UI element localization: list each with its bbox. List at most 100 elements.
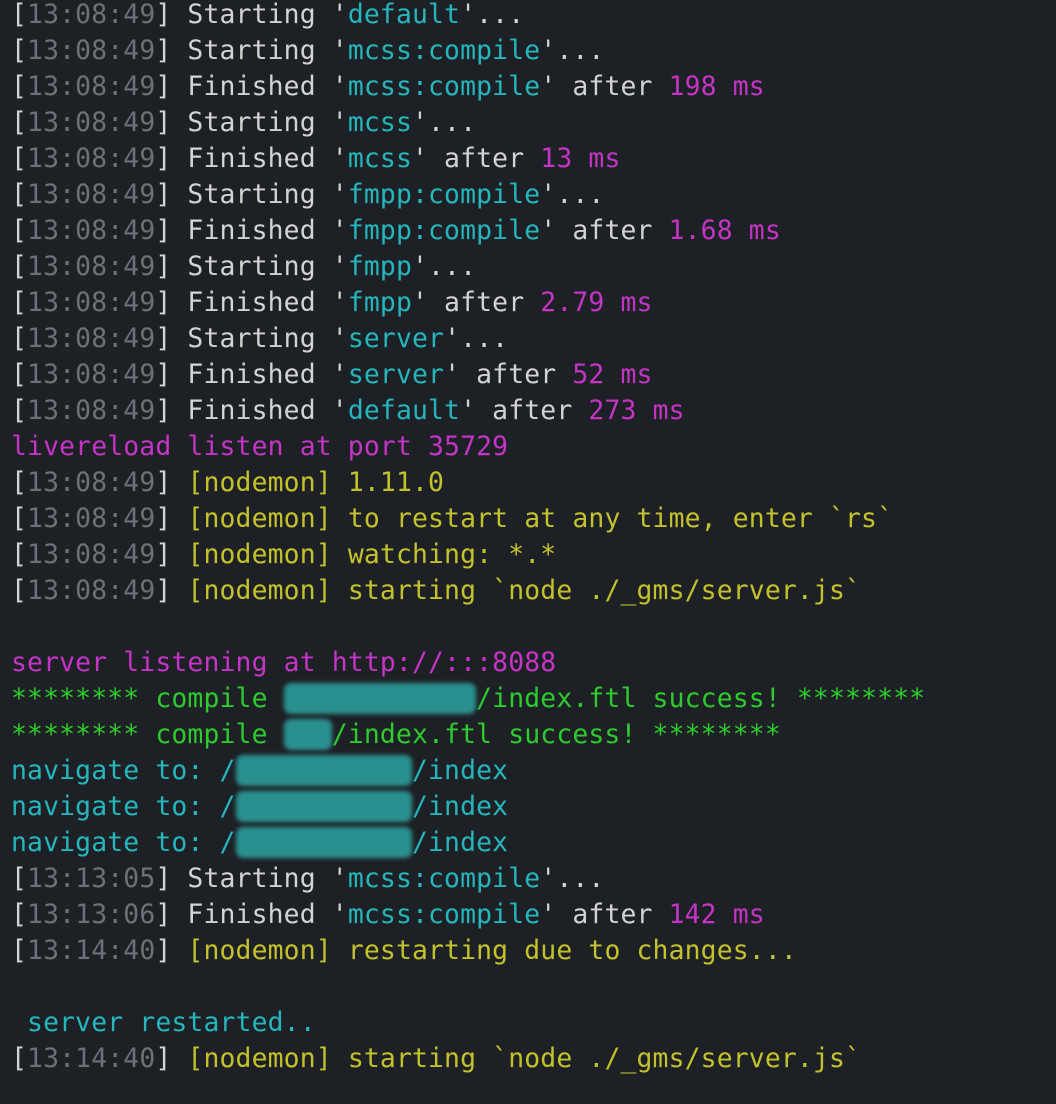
timestamp: 13:14:40	[27, 1043, 156, 1074]
log-text: '...	[540, 35, 605, 66]
nodemon-message: [nodemon] restarting due to changes...	[187, 935, 797, 966]
task-name: navigate to: /	[11, 791, 236, 822]
timestamp: 13:08:49	[27, 467, 156, 498]
blank-line	[11, 609, 925, 645]
terminal-line: navigate to: /sharer/fans/index	[11, 753, 925, 789]
timestamp: 13:08:49	[27, 0, 156, 30]
highlight-text: 142 ms	[668, 899, 765, 930]
terminal-line: server restarted..	[11, 1005, 925, 1041]
log-text: [	[11, 539, 28, 570]
log-text: [	[11, 503, 28, 534]
terminal-line: [13:08:49] [nodemon] watching: *.*	[11, 537, 925, 573]
timestamp: 13:13:06	[27, 899, 156, 930]
task-name: server	[347, 359, 445, 390]
log-text: ' after	[460, 395, 589, 426]
terminal-line: [13:08:49] Starting 'server'...	[11, 321, 925, 357]
task-name: mcss	[347, 107, 412, 138]
log-text: [	[11, 575, 28, 606]
task-name: default	[347, 395, 461, 426]
timestamp: 13:14:40	[27, 935, 156, 966]
terminal-line: [13:14:40] [nodemon] starting `node ./_g…	[11, 1041, 925, 1077]
highlight-text: 52 ms	[572, 359, 653, 390]
timestamp: 13:08:49	[27, 503, 156, 534]
log-text: ] Starting '	[155, 863, 348, 894]
terminal-line: navigate to: /sharer/fans/index	[11, 789, 925, 825]
nodemon-message: [nodemon] starting `node ./_gms/server.j…	[187, 575, 862, 606]
terminal-line: [13:08:49] Starting 'default'...	[11, 0, 925, 33]
redacted-path: /my	[283, 719, 332, 750]
terminal-line: livereload listen at port 35729	[11, 429, 925, 465]
task-name: server restarted..	[11, 1007, 316, 1038]
terminal-window[interactable]: [13:08:49] Starting 'default'... [13:08:4…	[0, 0, 1056, 1104]
compile-message: ******** compile	[11, 683, 284, 714]
task-name: mcss:compile	[347, 863, 541, 894]
log-text: '...	[540, 863, 605, 894]
terminal-line: [13:08:49] [nodemon] 1.11.0	[11, 465, 925, 501]
task-name: mcss:compile	[347, 899, 541, 930]
task-name: fmpp	[347, 251, 412, 282]
log-text: '...	[411, 107, 477, 138]
timestamp: 13:08:49	[27, 359, 156, 390]
log-text: ' after	[540, 71, 669, 102]
log-text: ' after	[540, 215, 669, 246]
highlight-text: 2.79 ms	[540, 287, 653, 318]
log-text: '...	[444, 323, 509, 354]
terminal-line: server listening at http://:::8088	[11, 645, 925, 681]
task-name: navigate to: /	[11, 755, 236, 786]
log-text: [	[11, 395, 28, 426]
compile-message: /index.ftl success! ********	[331, 719, 781, 750]
log-text: [	[11, 1043, 28, 1074]
log-text: [	[11, 107, 28, 138]
compile-message: /index.ftl success! ********	[476, 683, 926, 714]
log-text: ] Finished '	[155, 899, 348, 930]
timestamp: 13:08:49	[27, 179, 156, 210]
terminal-line: [13:08:49] Finished 'mcss:compile' after…	[11, 69, 925, 105]
log-text: ] Finished '	[155, 71, 348, 102]
log-text: ] Finished '	[155, 395, 348, 426]
blank-line	[11, 969, 925, 1005]
log-text: ' after	[411, 143, 541, 174]
log-text: ]	[155, 467, 188, 498]
log-text: [	[11, 899, 28, 930]
redacted-path: sharer/fans	[235, 791, 412, 822]
highlight-text: 198 ms	[668, 71, 765, 102]
terminal-line: [13:08:49] Finished 'fmpp:compile' after…	[11, 213, 925, 249]
task-name: fmpp:compile	[347, 215, 541, 246]
log-text: ' after	[411, 287, 541, 318]
log-text: [	[11, 863, 28, 894]
log-text: [	[11, 179, 28, 210]
log-text: ] Starting '	[155, 179, 348, 210]
nodemon-message: [nodemon] watching: *.*	[187, 539, 557, 570]
task-name: default	[347, 0, 461, 30]
timestamp: 13:08:49	[27, 395, 156, 426]
compile-message: ******** compile	[11, 719, 284, 750]
log-text: ]	[155, 539, 188, 570]
task-name: navigate to: /	[11, 827, 236, 858]
task-name: mcss:compile	[347, 71, 541, 102]
timestamp: 13:08:49	[27, 539, 156, 570]
log-text: [	[11, 287, 28, 318]
log-text: '...	[411, 251, 477, 282]
log-text: ]	[155, 1043, 188, 1074]
terminal-line: [13:14:40] [nodemon] restarting due to c…	[11, 933, 925, 969]
log-text: ] Starting '	[155, 107, 348, 138]
log-text: [	[11, 359, 28, 390]
task-name: fmpp	[347, 287, 412, 318]
terminal-line: ******** compile /sharer/fans/index.ftl …	[11, 681, 925, 717]
task-name: fmpp:compile	[347, 179, 541, 210]
terminal-line: [13:08:49] Starting 'mcss'...	[11, 105, 925, 141]
log-text: ] Starting '	[155, 251, 348, 282]
log-text: ] Finished '	[155, 143, 348, 174]
terminal-line: [13:08:49] Starting 'fmpp'...	[11, 249, 925, 285]
task-name: mcss	[347, 143, 412, 174]
log-text: [	[11, 251, 28, 282]
log-text: ] Finished '	[155, 287, 348, 318]
highlight-text: livereload listen at port 35729	[11, 431, 509, 462]
log-text: [	[11, 323, 28, 354]
log-text: ]	[155, 935, 188, 966]
timestamp: 13:08:49	[27, 215, 156, 246]
timestamp: 13:13:05	[27, 863, 156, 894]
task-name: /index	[411, 827, 509, 858]
log-text: ] Starting '	[155, 0, 348, 30]
log-text: [	[11, 71, 28, 102]
